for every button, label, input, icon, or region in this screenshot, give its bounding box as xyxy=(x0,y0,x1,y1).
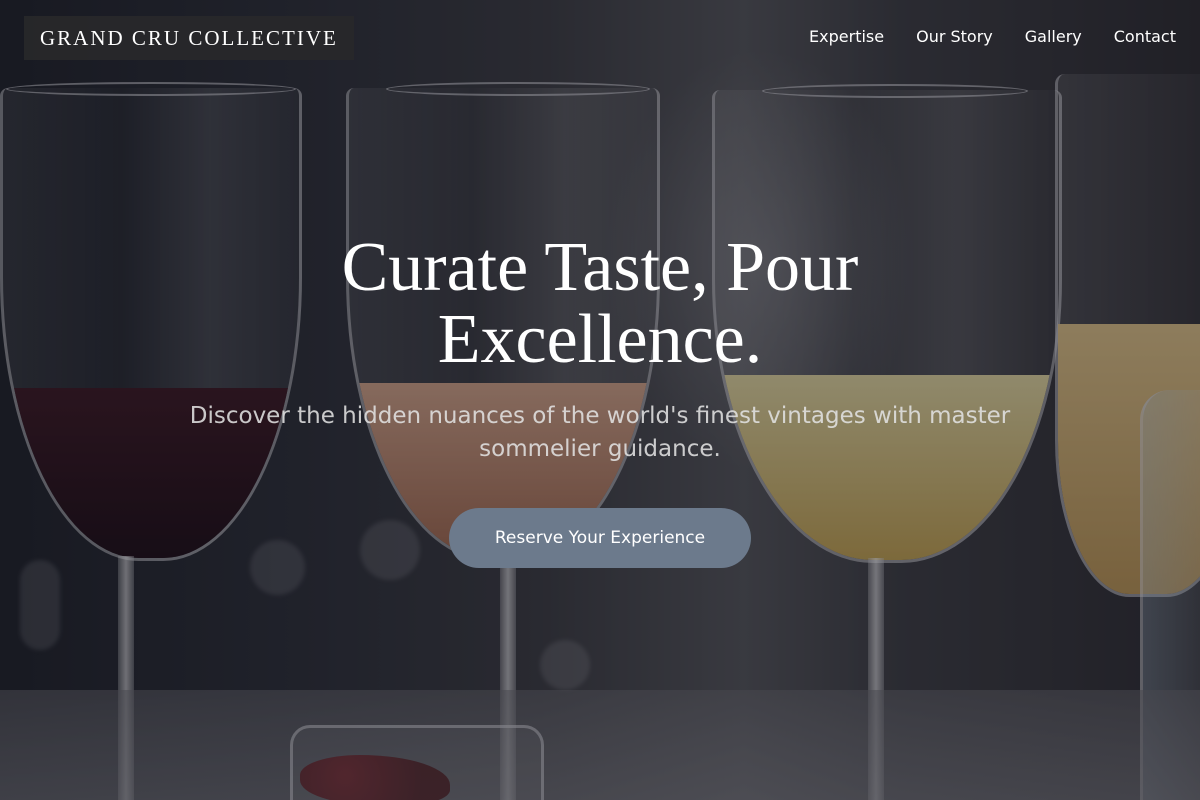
nav-link-contact[interactable]: Contact xyxy=(1114,26,1176,48)
hero-headline: Curate Taste, Pour Excellence. xyxy=(341,229,859,378)
brand-logo[interactable]: GRAND CRU COLLECTIVE xyxy=(24,16,354,60)
nav-link-gallery[interactable]: Gallery xyxy=(1025,26,1082,48)
main-nav: Expertise Our Story Gallery Contact xyxy=(809,26,1176,48)
nav-link-our-story[interactable]: Our Story xyxy=(916,26,993,48)
reserve-experience-button[interactable]: Reserve Your Experience xyxy=(449,508,751,568)
hero-section: GRAND CRU COLLECTIVE Expertise Our Story… xyxy=(0,0,1200,800)
hero-content: Curate Taste, Pour Excellence. Discover … xyxy=(0,232,1200,568)
hero-subheadline: Discover the hidden nuances of the world… xyxy=(189,403,1011,462)
nav-link-expertise[interactable]: Expertise xyxy=(809,26,884,48)
